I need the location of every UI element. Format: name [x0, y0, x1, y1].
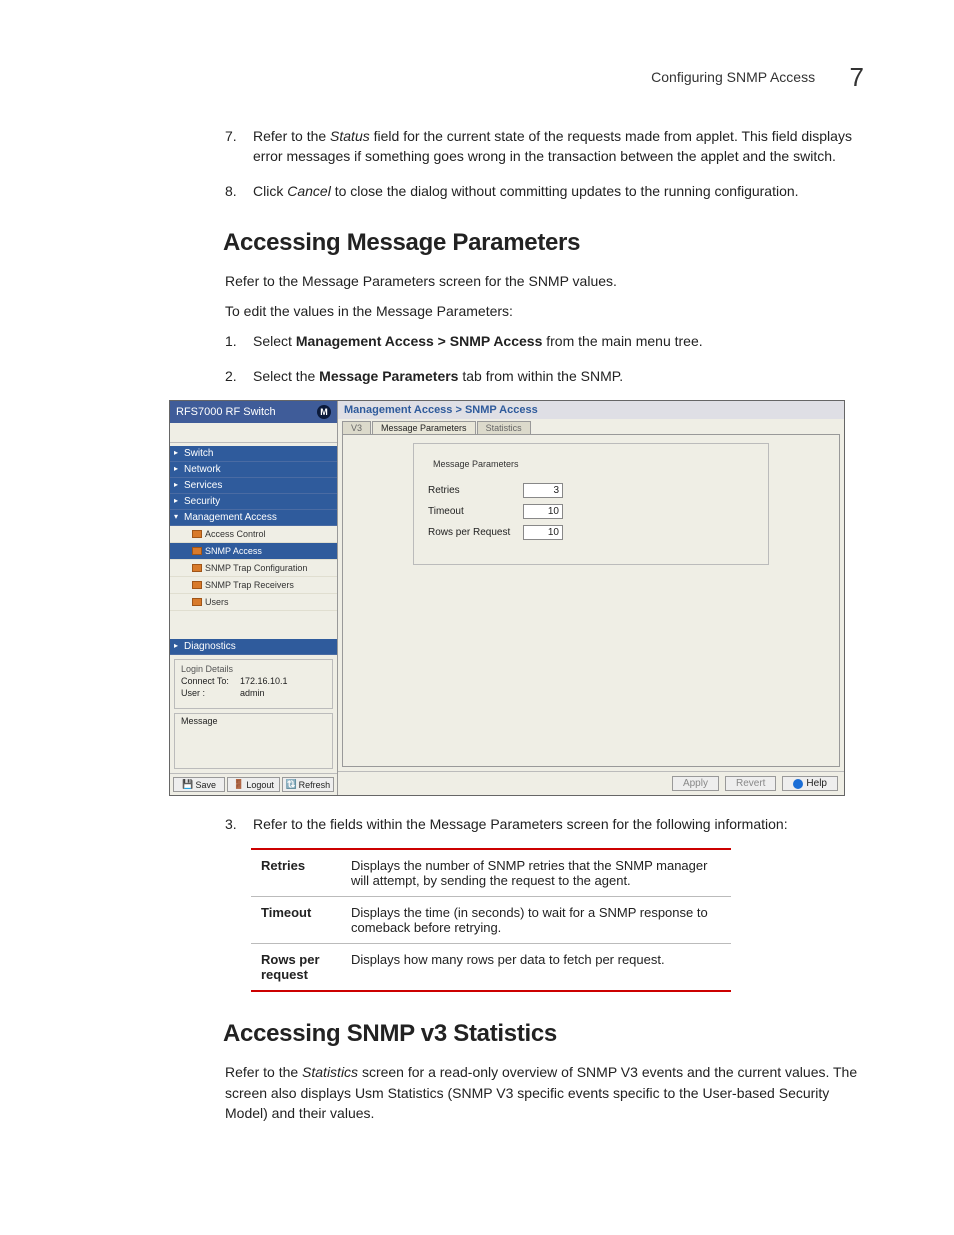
fieldset-legend: Message Parameters — [430, 459, 522, 469]
sidebar: RFS7000 RF Switch M Switch Network Servi… — [170, 401, 338, 795]
tree-users[interactable]: Users — [170, 594, 337, 611]
revert-button[interactable]: Revert — [725, 776, 776, 791]
retries-input[interactable]: 3 — [523, 483, 563, 498]
tree-snmp-trap-receivers[interactable]: SNMP Trap Receivers — [170, 577, 337, 594]
term: Retries — [251, 849, 341, 897]
timeout-label: Timeout — [428, 506, 523, 517]
tree-snmp-access[interactable]: SNMP Access — [170, 543, 337, 560]
folder-icon — [192, 564, 202, 572]
step-number: 8. — [225, 181, 253, 201]
login-legend: Login Details — [181, 664, 326, 674]
term: Rows per request — [251, 944, 341, 992]
description: Displays the time (in seconds) to wait f… — [341, 897, 731, 944]
connect-to-label: Connect To: — [181, 676, 236, 686]
step3-list: 3. Refer to the fields within the Messag… — [225, 814, 864, 834]
description: Displays the number of SNMP retries that… — [341, 849, 731, 897]
tree-switch[interactable]: Switch — [170, 446, 337, 462]
description: Displays how many rows per data to fetch… — [341, 944, 731, 992]
apply-button[interactable]: Apply — [672, 776, 719, 791]
motorola-logo-icon: M — [317, 405, 331, 419]
list-item: 2.Select the Message Parameters tab from… — [225, 366, 864, 386]
refresh-button[interactable]: 🔃Refresh — [282, 777, 334, 792]
app-screenshot: RFS7000 RF Switch M Switch Network Servi… — [169, 400, 845, 796]
step3-number: 3. — [225, 814, 253, 834]
message-legend: Message — [181, 716, 218, 726]
row-timeout: Timeout 10 — [428, 504, 754, 519]
step3-text: Refer to the fields within the Message P… — [253, 814, 864, 834]
tree-management-access[interactable]: Management Access — [170, 510, 337, 526]
step-number: 2. — [225, 366, 253, 386]
folder-icon — [192, 530, 202, 538]
tab-v3[interactable]: V3 — [342, 421, 371, 434]
section1-heading: Accessing Message Parameters — [223, 229, 864, 257]
term: Timeout — [251, 897, 341, 944]
user-label: User : — [181, 688, 236, 698]
tab-statistics[interactable]: Statistics — [477, 421, 531, 434]
login-details: Login Details Connect To: 172.16.10.1 Use… — [174, 659, 333, 709]
step-text: Refer to the Status field for the curren… — [253, 126, 864, 167]
row-rows-per-request: Rows per Request 10 — [428, 525, 754, 540]
sidebar-title: RFS7000 RF Switch M — [170, 401, 337, 423]
help-button[interactable]: Help — [782, 776, 838, 791]
folder-icon — [192, 547, 202, 555]
tree-network[interactable]: Network — [170, 462, 337, 478]
row-retries: Retries 3 — [428, 483, 754, 498]
table-row: RetriesDisplays the number of SNMP retri… — [251, 849, 731, 897]
section2-p1: Refer to the Statistics screen for a rea… — [225, 1062, 864, 1123]
table-row: TimeoutDisplays the time (in seconds) to… — [251, 897, 731, 944]
step-text: Select Management Access > SNMP Access f… — [253, 331, 864, 351]
list-item: 7.Refer to the Status field for the curr… — [225, 126, 864, 167]
product-name: RFS7000 RF Switch — [176, 406, 276, 418]
table-row: Rows per requestDisplays how many rows p… — [251, 944, 731, 992]
user-value: admin — [240, 688, 265, 698]
help-icon — [793, 779, 803, 789]
steps-top: 7.Refer to the Status field for the curr… — [225, 126, 864, 201]
nav-tree: Switch Network Services Security Managem… — [170, 446, 337, 655]
connect-to-value: 172.16.10.1 — [240, 676, 288, 686]
definition-table: RetriesDisplays the number of SNMP retri… — [251, 848, 731, 992]
tree-services[interactable]: Services — [170, 478, 337, 494]
step-text: Click Cancel to close the dialog without… — [253, 181, 864, 201]
section1-steps: 1.Select Management Access > SNMP Access… — [225, 331, 864, 386]
page-header: Configuring SNMP Access 7 — [651, 62, 864, 93]
tree-security[interactable]: Security — [170, 494, 337, 510]
logout-button[interactable]: 🚪Logout — [227, 777, 279, 792]
folder-icon — [192, 598, 202, 606]
rows-per-request-input[interactable]: 10 — [523, 525, 563, 540]
main-panel: Management Access > SNMP Access V3 Messa… — [338, 401, 844, 795]
tree-access-control[interactable]: Access Control — [170, 526, 337, 543]
section1-p1: Refer to the Message Parameters screen f… — [225, 271, 864, 291]
list-item: 1.Select Management Access > SNMP Access… — [225, 331, 864, 351]
tabs: V3 Message Parameters Statistics — [338, 419, 844, 434]
timeout-input[interactable]: 10 — [523, 504, 563, 519]
section1-p2: To edit the values in the Message Parame… — [225, 301, 864, 321]
message-parameters-fieldset: Message Parameters Retries 3 Timeout 10 … — [413, 443, 769, 565]
message-panel: Message — [174, 713, 333, 769]
tree-diagnostics[interactable]: Diagnostics — [170, 639, 337, 655]
breadcrumb: Management Access > SNMP Access — [338, 401, 844, 419]
rows-per-request-label: Rows per Request — [428, 527, 523, 538]
section2-heading: Accessing SNMP v3 Statistics — [223, 1020, 864, 1048]
list-item: 8.Click Cancel to close the dialog witho… — [225, 181, 864, 201]
tab-message-parameters[interactable]: Message Parameters — [372, 421, 476, 434]
step-text: Select the Message Parameters tab from w… — [253, 366, 864, 386]
header-title: Configuring SNMP Access — [651, 69, 815, 85]
folder-icon — [192, 581, 202, 589]
step-number: 7. — [225, 126, 253, 167]
retries-label: Retries — [428, 485, 523, 496]
tree-snmp-trap-config[interactable]: SNMP Trap Configuration — [170, 560, 337, 577]
page-number: 7 — [850, 62, 864, 93]
save-button[interactable]: 💾Save — [173, 777, 225, 792]
step-number: 1. — [225, 331, 253, 351]
